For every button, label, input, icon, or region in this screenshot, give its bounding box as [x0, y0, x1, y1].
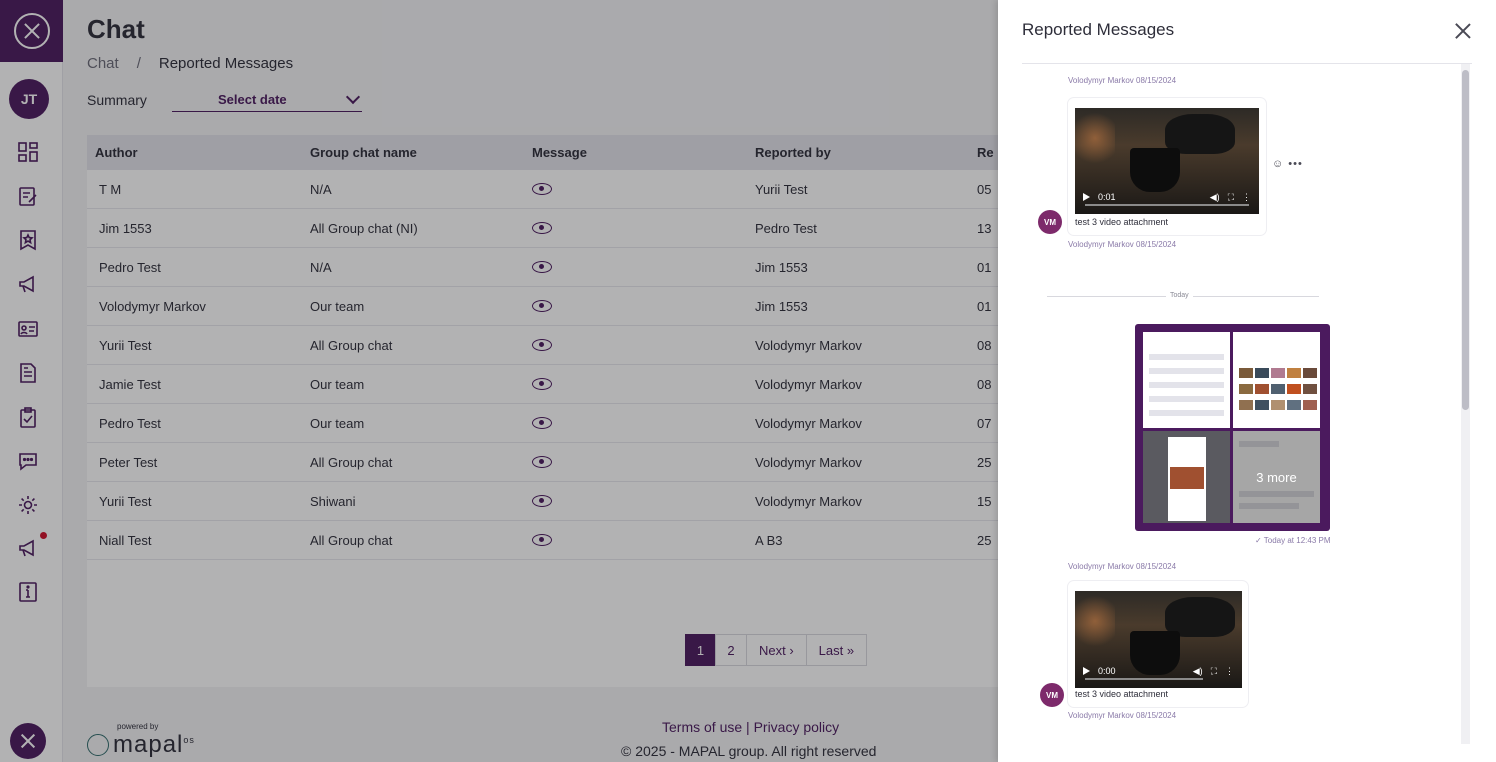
thumb-image [1239, 384, 1253, 394]
video-frame-glow [1075, 108, 1115, 168]
thumb-image [1239, 368, 1253, 378]
thumb-photo [1170, 467, 1204, 489]
thumb-image [1239, 400, 1253, 410]
message-caption: test 3 video attachment [1075, 217, 1169, 227]
gallery-thumb-2[interactable] [1233, 332, 1320, 428]
video-progress[interactable] [1085, 204, 1249, 206]
panel-title: Reported Messages [1022, 20, 1175, 39]
video-progress[interactable] [1085, 678, 1203, 680]
video-controls: 0:00 ◀) ⛶ ⋮ [1075, 654, 1242, 688]
thumb-image [1287, 384, 1301, 394]
video-frame-glow [1075, 591, 1115, 651]
gallery-more-overlay[interactable]: 3 more [1233, 431, 1320, 523]
play-icon[interactable] [1083, 193, 1090, 201]
video-message-bubble: 0:01 ◀) ⛶ ⋮ test 3 video attachment [1068, 98, 1266, 235]
thumb-image [1287, 368, 1301, 378]
message-meta-top: Volodymyr Markov 08/15/2024 [1068, 562, 1177, 571]
volume-icon[interactable]: ◀) [1193, 666, 1203, 677]
more-vertical-icon[interactable]: ⋮ [1242, 192, 1251, 203]
thumb-image [1303, 384, 1317, 394]
thumb-row [1149, 382, 1224, 388]
thumb-row [1149, 396, 1224, 402]
fullscreen-icon[interactable]: ⛶ [1211, 666, 1217, 677]
thumb-image [1287, 400, 1301, 410]
image-gallery-message[interactable]: 3 more [1135, 324, 1330, 531]
more-vertical-icon[interactable]: ⋮ [1225, 666, 1234, 677]
volume-icon[interactable]: ◀) [1210, 192, 1220, 203]
video-time: 0:00 [1098, 666, 1116, 676]
thumb-image [1255, 400, 1269, 410]
video-message-bubble: 0:00 ◀) ⛶ ⋮ test 3 video attachment [1068, 581, 1248, 707]
thumb-image [1271, 400, 1285, 410]
message-meta-top: Volodymyr Markov 08/15/2024 [1068, 76, 1177, 85]
video-player[interactable]: 0:01 ◀) ⛶ ⋮ [1075, 108, 1259, 214]
thumb-image [1303, 400, 1317, 410]
gallery-timestamp: ✓ Today at 12:43 PM [1255, 536, 1331, 545]
close-icon[interactable] [1454, 22, 1472, 40]
fullscreen-icon[interactable]: ⛶ [1228, 192, 1234, 203]
thumb-image [1271, 384, 1285, 394]
thumb-image [1303, 368, 1317, 378]
thumb-phone-screen [1168, 437, 1206, 521]
message-thread[interactable]: Volodymyr Markov 08/15/2024 0:01 ◀) ⛶ ⋮ … [1022, 64, 1472, 744]
thumb-image [1271, 368, 1285, 378]
thumb-row [1149, 354, 1224, 360]
video-time: 0:01 [1098, 192, 1116, 202]
video-player[interactable]: 0:00 ◀) ⛶ ⋮ [1075, 591, 1242, 688]
message-author-meta: Volodymyr Markov 08/15/2024 [1068, 240, 1177, 249]
thumb-row [1149, 368, 1224, 374]
gallery-thumb-1[interactable] [1143, 332, 1230, 428]
video-controls: 0:01 ◀) ⛶ ⋮ [1075, 180, 1259, 214]
gallery-thumb-3[interactable] [1143, 431, 1230, 523]
author-avatar: VM [1040, 683, 1064, 707]
thumb-row [1149, 410, 1224, 416]
play-icon[interactable] [1083, 667, 1090, 675]
author-avatar: VM [1038, 210, 1062, 234]
modal-backdrop[interactable] [0, 0, 998, 762]
message-actions-icon[interactable]: ☺ ••• [1272, 158, 1303, 170]
reported-messages-panel: Reported Messages Volodymyr Markov 08/15… [998, 0, 1496, 762]
day-label: Today [1166, 292, 1193, 299]
panel-scrollbar[interactable] [1462, 70, 1469, 410]
message-author-meta: Volodymyr Markov 08/15/2024 [1068, 711, 1177, 720]
thumb-image [1255, 368, 1269, 378]
message-caption: test 3 video attachment [1075, 689, 1169, 699]
thumb-image [1255, 384, 1269, 394]
